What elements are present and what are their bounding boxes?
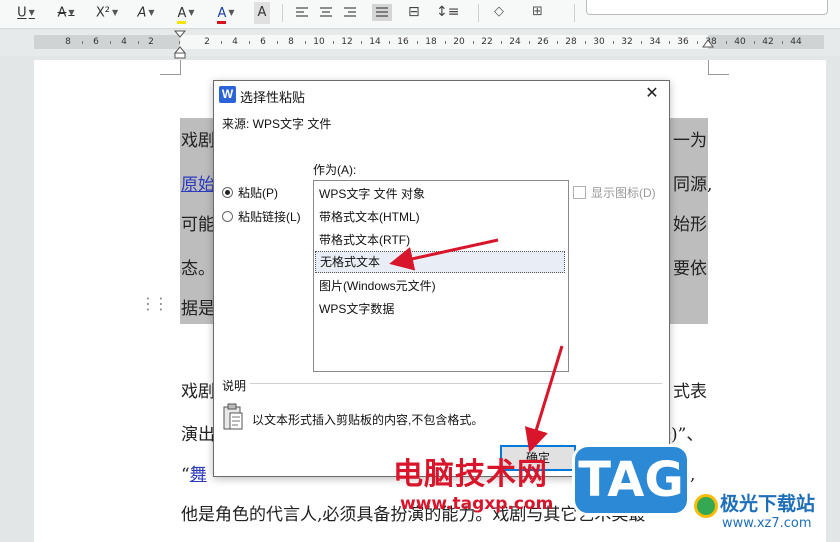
brand-url: www.xz7.com (722, 516, 812, 531)
watermark-brand: 极光下载站 www.xz7.com (692, 486, 840, 542)
watermark-tag-logo: TAG (572, 444, 690, 516)
arrow-to-ok-button (524, 345, 564, 453)
brand-logo-icon (694, 494, 718, 518)
watermark-url: www.tagxp.com (400, 494, 554, 514)
watermark-site-name: 电脑技术网 (393, 457, 548, 492)
brand-name: 极光下载站 (720, 493, 816, 515)
arrow-to-plain-text (389, 238, 499, 271)
